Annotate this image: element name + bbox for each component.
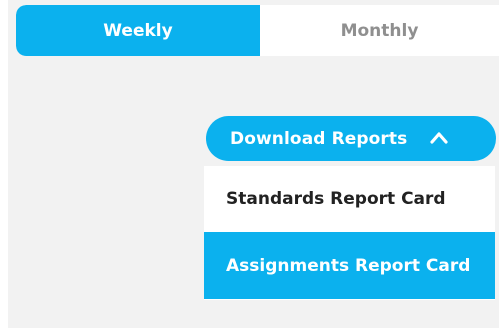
menu-item-assignments-report-card[interactable]: Assignments Report Card <box>204 232 495 299</box>
chevron-up-icon <box>430 132 448 144</box>
download-reports-menu: Standards Report Card Assignments Report… <box>204 166 495 300</box>
tab-weekly[interactable]: Weekly <box>16 5 260 56</box>
period-tabs: Weekly Monthly <box>16 5 499 56</box>
tab-monthly[interactable]: Monthly <box>260 5 499 56</box>
menu-item-standards-report-card[interactable]: Standards Report Card <box>204 166 495 232</box>
download-reports-label: Download Reports <box>230 128 408 149</box>
page: Weekly Monthly Download Reports Standard… <box>0 0 499 328</box>
download-reports-button[interactable]: Download Reports <box>206 116 496 161</box>
